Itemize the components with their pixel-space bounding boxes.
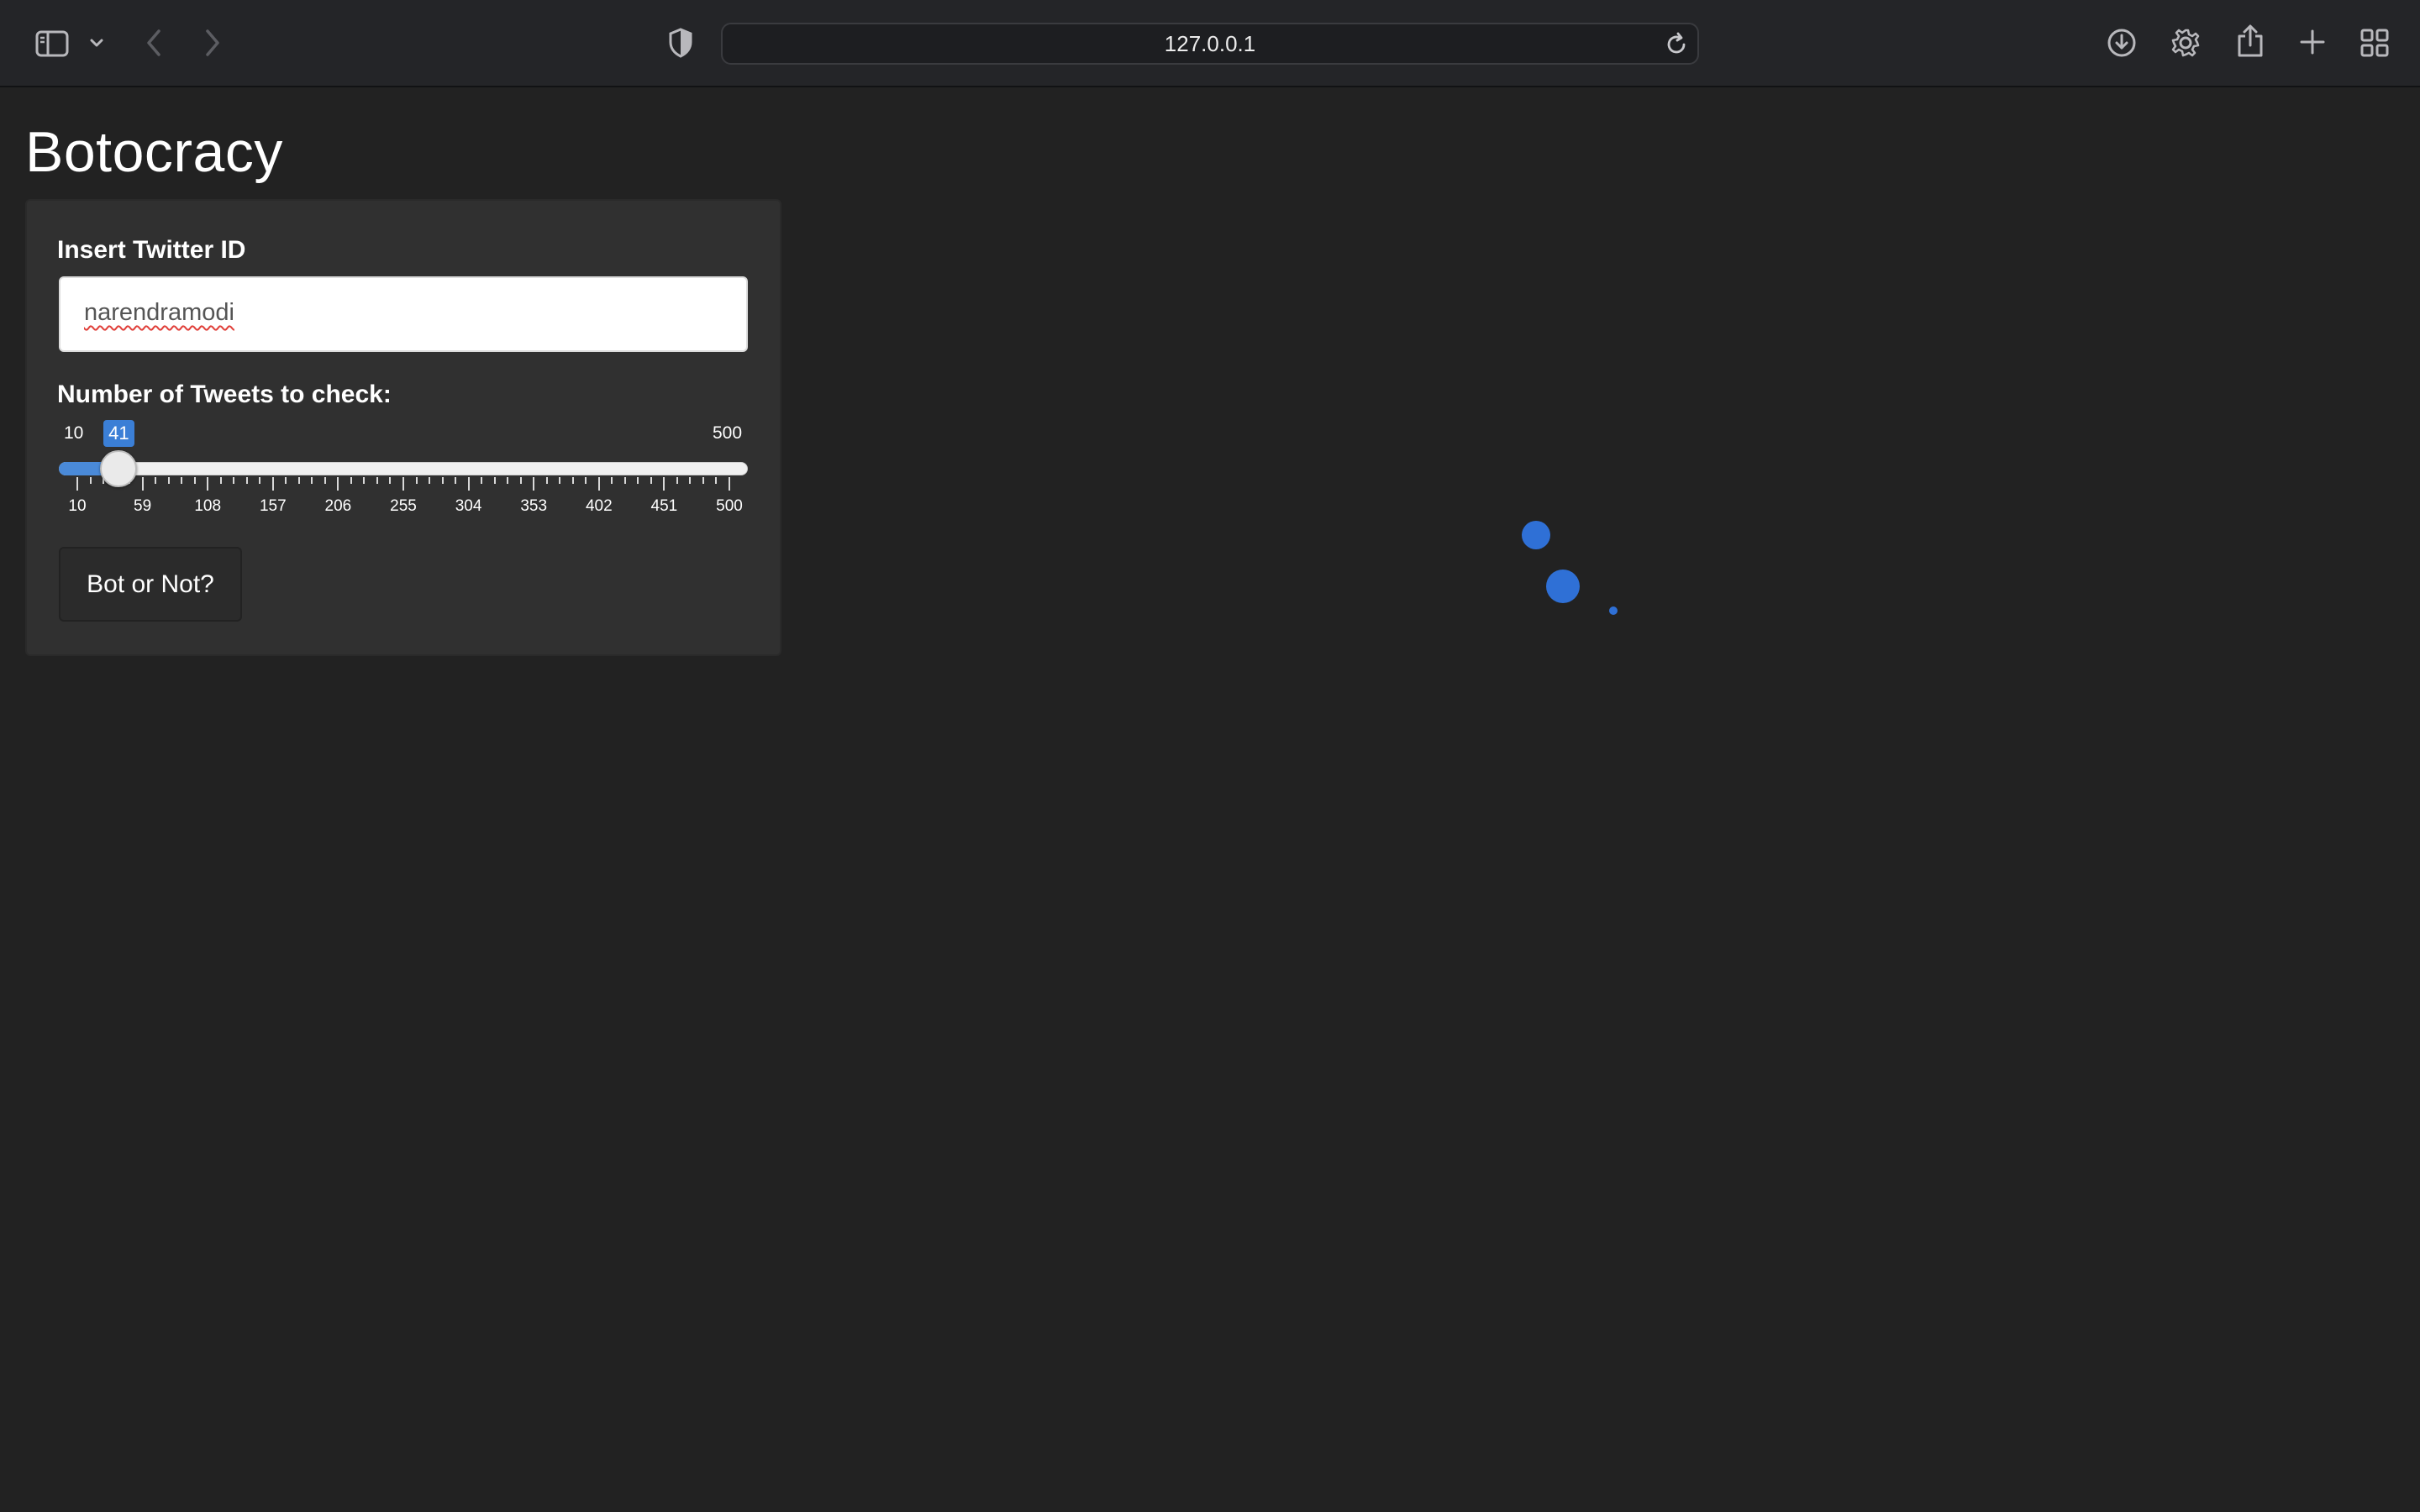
slider-minor-tick bbox=[285, 477, 287, 484]
slider-minor-tick bbox=[89, 477, 92, 484]
slider-tick-label: 108 bbox=[194, 497, 222, 515]
slider-tick-label: 304 bbox=[455, 497, 482, 515]
slider-minor-tick bbox=[559, 477, 561, 484]
slider-tick-label: 451 bbox=[650, 497, 678, 515]
grid-icon[interactable] bbox=[2360, 28, 2390, 58]
loading-spinner-dot bbox=[1546, 570, 1580, 603]
slider-tick bbox=[337, 477, 339, 491]
slider-tick bbox=[533, 477, 535, 491]
slider-tick bbox=[597, 477, 600, 491]
loading-spinner-dot bbox=[1522, 521, 1550, 549]
slider-minor-tick bbox=[702, 477, 704, 484]
slider-minor-tick bbox=[650, 477, 652, 484]
forward-arrow-icon[interactable] bbox=[200, 27, 225, 59]
slider-minor-tick bbox=[545, 477, 548, 484]
slider-tick bbox=[207, 477, 209, 491]
slider-tick-label: 255 bbox=[390, 497, 417, 515]
slider-tick bbox=[141, 477, 144, 491]
loading-spinner-dot bbox=[1609, 606, 1618, 615]
slider-handle[interactable] bbox=[100, 450, 138, 487]
slider-tick-label: 157 bbox=[259, 497, 287, 515]
slider-minor-tick bbox=[623, 477, 626, 484]
slider-minor-tick bbox=[297, 477, 300, 484]
slider-minor-tick bbox=[481, 477, 483, 484]
slider-minor-tick bbox=[389, 477, 392, 484]
shield-icon[interactable] bbox=[666, 27, 696, 59]
slider-max-label: 500 bbox=[713, 423, 743, 443]
slider-minor-tick bbox=[715, 477, 718, 484]
plus-icon[interactable] bbox=[2297, 27, 2328, 57]
slider-minor-tick bbox=[611, 477, 613, 484]
slider-minor-tick bbox=[350, 477, 352, 484]
page-title: Botocracy bbox=[25, 120, 283, 184]
tweets-count-label: Number of Tweets to check: bbox=[57, 381, 392, 408]
slider-minor-tick bbox=[493, 477, 496, 484]
slider-minor-tick bbox=[429, 477, 431, 484]
slider-tick bbox=[729, 477, 730, 491]
slider-minor-tick bbox=[376, 477, 378, 484]
slider-minor-tick bbox=[571, 477, 574, 484]
slider-tick bbox=[467, 477, 470, 491]
slider-minor-tick bbox=[676, 477, 678, 484]
slider-tick bbox=[271, 477, 274, 491]
slider-minor-tick bbox=[585, 477, 587, 484]
slider-minor-tick bbox=[519, 477, 522, 484]
bot-or-not-button[interactable]: Bot or Not? bbox=[59, 547, 242, 622]
slider-tick-label: 10 bbox=[68, 497, 87, 515]
slider-min-label: 10 bbox=[64, 423, 84, 443]
address-bar[interactable]: 127.0.0.1 bbox=[721, 23, 1699, 65]
slider-minor-tick bbox=[507, 477, 509, 484]
sidebar-icon[interactable] bbox=[34, 29, 71, 59]
slider-minor-tick bbox=[415, 477, 418, 484]
slider-tick bbox=[76, 477, 78, 491]
chevron-down-icon[interactable] bbox=[87, 34, 106, 52]
slider-minor-tick bbox=[441, 477, 444, 484]
back-arrow-icon[interactable] bbox=[141, 27, 166, 59]
twitter-id-input[interactable] bbox=[59, 276, 748, 352]
slider-minor-tick bbox=[167, 477, 170, 484]
slider-tick-label: 59 bbox=[134, 497, 152, 515]
download-icon[interactable] bbox=[2106, 27, 2138, 59]
slider-tick-label: 206 bbox=[324, 497, 352, 515]
slider-minor-tick bbox=[245, 477, 248, 484]
twitter-id-label: Insert Twitter ID bbox=[57, 236, 246, 264]
browser-toolbar: 127.0.0.1 bbox=[0, 0, 2420, 87]
slider-tick bbox=[402, 477, 404, 491]
slider-minor-tick bbox=[311, 477, 313, 484]
slider-minor-tick bbox=[259, 477, 261, 484]
address-text: 127.0.0.1 bbox=[1164, 30, 1256, 56]
slider-minor-tick bbox=[181, 477, 183, 484]
slider-tick-label: 353 bbox=[520, 497, 548, 515]
gear-icon[interactable] bbox=[2170, 27, 2202, 59]
slider-tick-label: 500 bbox=[716, 497, 743, 515]
slider-minor-tick bbox=[689, 477, 692, 484]
slider-tick bbox=[663, 477, 666, 491]
slider-minor-tick bbox=[363, 477, 366, 484]
reload-icon[interactable] bbox=[1664, 32, 1689, 61]
slider-minor-tick bbox=[455, 477, 457, 484]
slider-value-badge: 41 bbox=[103, 420, 134, 447]
slider-minor-tick bbox=[324, 477, 326, 484]
slider-minor-tick bbox=[155, 477, 157, 484]
share-icon[interactable] bbox=[2235, 24, 2265, 59]
slider-minor-tick bbox=[233, 477, 235, 484]
slider-track[interactable] bbox=[59, 462, 748, 475]
slider-tick-label: 402 bbox=[585, 497, 613, 515]
slider-minor-tick bbox=[193, 477, 196, 484]
slider-minor-tick bbox=[637, 477, 639, 484]
slider-minor-tick bbox=[219, 477, 222, 484]
